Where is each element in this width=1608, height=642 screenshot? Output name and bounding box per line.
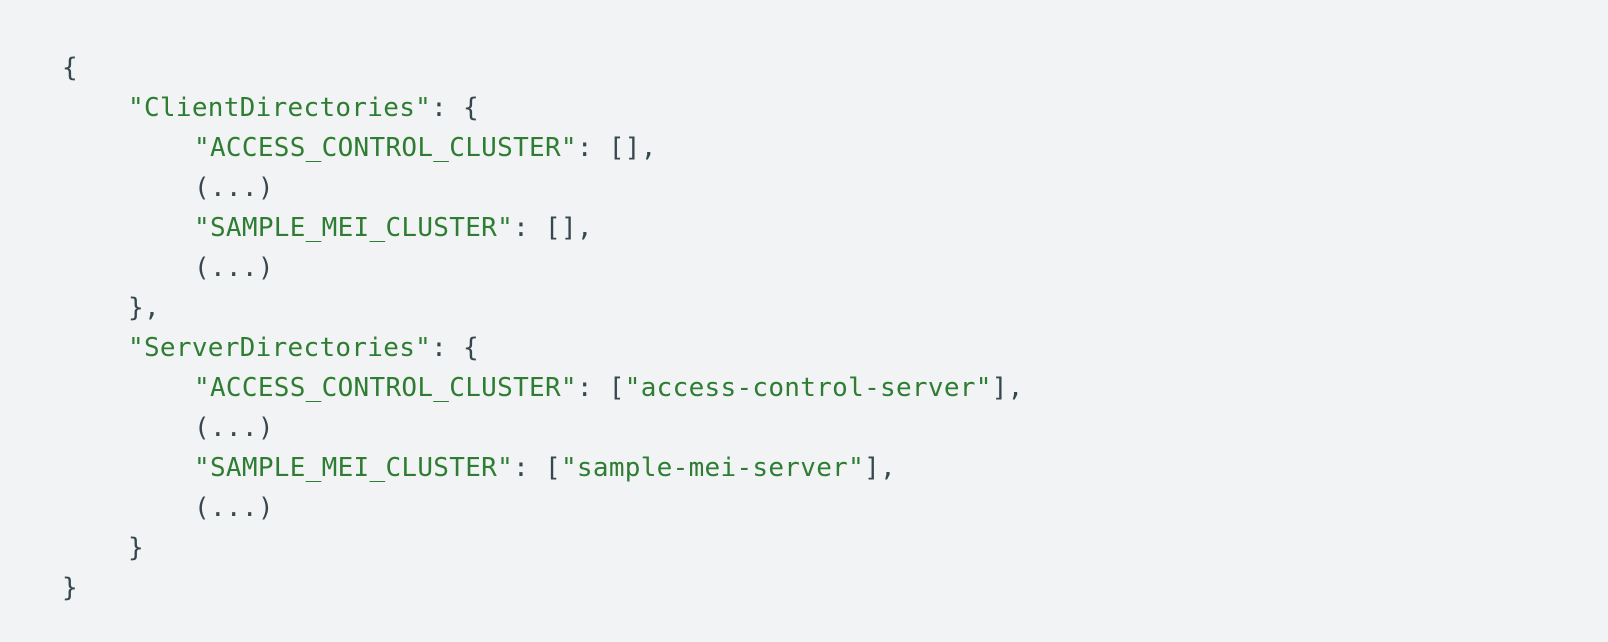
client-ellipsis-1: (...) [194,173,274,203]
client-sample-mei-key: "SAMPLE_MEI_CLUSTER" [194,213,514,243]
code-line-server-access-control: "ACCESS_CONTROL_CLUSTER": ["access-contr… [62,368,1608,408]
server-directories-open: : { [431,333,479,363]
server-access-control-sep: : [ [576,373,625,403]
server-directories-key: "ServerDirectories" [128,333,432,363]
code-line-client-sample-mei: "SAMPLE_MEI_CLUSTER": [], [62,208,1608,248]
server-ellipsis-1: (...) [194,413,274,443]
code-line-server-directories: "ServerDirectories": { [62,328,1608,368]
code-line-server-sample-mei: "SAMPLE_MEI_CLUSTER": ["sample-mei-serve… [62,448,1608,488]
client-directories-open: : { [431,93,479,123]
code-line-server-ellipsis-1: (...) [62,408,1608,448]
code-line-client-close: }, [62,288,1608,328]
code-line-client-ellipsis-2: (...) [62,248,1608,288]
code-line-server-ellipsis-2: (...) [62,488,1608,528]
server-sample-mei-value: "sample-mei-server" [560,453,865,483]
json-code-block: { "ClientDirectories": { "ACCESS_CONTROL… [0,0,1608,642]
root-open-brace: { [62,53,78,83]
code-line-client-ellipsis-1: (...) [62,168,1608,208]
code-line-root-open: { [62,48,1608,88]
server-access-control-end: ], [991,373,1024,403]
code-line-client-directories: "ClientDirectories": { [62,88,1608,128]
client-directories-key: "ClientDirectories" [128,93,432,123]
server-access-control-value: "access-control-server" [624,373,992,403]
code-line-server-close: } [62,528,1608,568]
code-line-client-access-control: "ACCESS_CONTROL_CLUSTER": [], [62,128,1608,168]
server-sample-mei-end: ], [864,453,896,483]
root-close-brace: } [62,573,78,603]
server-directories-close: } [128,533,144,563]
client-access-control-key: "ACCESS_CONTROL_CLUSTER" [194,133,577,163]
server-sample-mei-key: "SAMPLE_MEI_CLUSTER" [194,453,514,483]
server-access-control-key: "ACCESS_CONTROL_CLUSTER" [194,373,577,403]
server-ellipsis-2: (...) [194,493,274,523]
code-line-root-close: } [62,568,1608,608]
client-access-control-value: : [], [576,133,657,163]
client-ellipsis-2: (...) [194,253,274,283]
server-sample-mei-sep: : [ [513,453,561,483]
client-directories-close: }, [128,293,160,323]
client-sample-mei-value: : [], [513,213,593,243]
